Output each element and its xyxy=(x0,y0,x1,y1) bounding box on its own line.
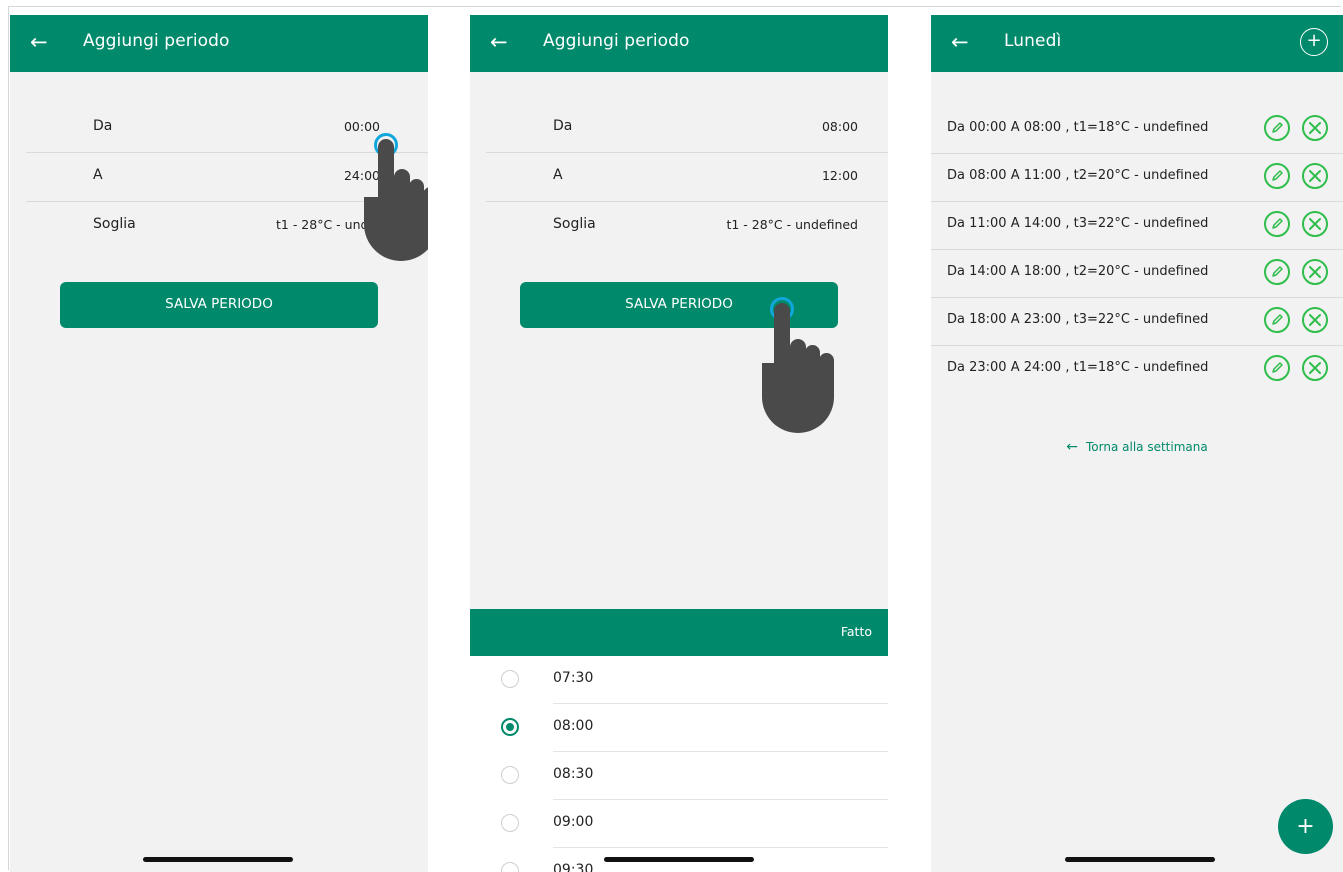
field-row-a[interactable]: A 12:00 xyxy=(486,153,888,202)
arrow-left-icon: ← xyxy=(1066,439,1079,455)
field-label: Da xyxy=(553,118,573,134)
app-bar: ← Aggiungi periodo xyxy=(470,15,888,72)
time-option-label: 08:00 xyxy=(553,718,594,734)
add-period-icon[interactable]: + xyxy=(1300,28,1328,56)
back-to-week-label: Torna alla settimana xyxy=(1086,440,1208,454)
back-arrow-icon[interactable]: ← xyxy=(490,29,508,55)
page-title: Lunedì xyxy=(1004,31,1062,51)
delete-x-icon[interactable] xyxy=(1302,307,1328,333)
period-text: Da 14:00 A 18:00 , t2=20°C - undefined xyxy=(947,264,1209,279)
picker-toolbar: Fatto xyxy=(470,609,888,656)
field-row-da[interactable]: Da 08:00 xyxy=(486,104,888,153)
edit-pencil-icon[interactable] xyxy=(1264,163,1290,189)
screen-add-period-2: ← Aggiungi periodo Da 08:00 A 12:00 Sogl… xyxy=(470,15,888,872)
back-arrow-icon[interactable]: ← xyxy=(951,29,969,55)
edit-pencil-icon[interactable] xyxy=(1264,211,1290,237)
delete-x-icon[interactable] xyxy=(1302,259,1328,285)
radio-unchecked-icon xyxy=(501,670,519,688)
page-title: Aggiungi periodo xyxy=(543,31,690,51)
time-option-label: 09:30 xyxy=(553,862,594,872)
field-label: A xyxy=(93,167,103,183)
home-indicator xyxy=(604,857,754,862)
period-row: Da 11:00 A 14:00 , t3=22°C - undefined xyxy=(931,201,1343,250)
delete-x-icon[interactable] xyxy=(1302,211,1328,237)
time-option-label: 09:00 xyxy=(553,814,594,830)
period-text: Da 00:00 A 08:00 , t1=18°C - undefined xyxy=(947,120,1209,135)
field-value[interactable]: 24:00 xyxy=(344,168,380,183)
add-fab-button[interactable]: + xyxy=(1278,799,1333,854)
back-to-week-link[interactable]: ← Torna alla settimana xyxy=(931,439,1343,455)
save-period-button[interactable]: SALVA PERIODO xyxy=(60,282,378,328)
edit-pencil-icon[interactable] xyxy=(1264,259,1290,285)
app-bar: ← Lunedì + xyxy=(931,15,1343,72)
time-option[interactable]: 08:00 xyxy=(470,704,888,752)
home-indicator xyxy=(143,857,293,862)
field-value[interactable]: 00:00 xyxy=(344,119,380,134)
field-label: Da xyxy=(93,118,113,134)
period-text: Da 08:00 A 11:00 , t2=20°C - undefined xyxy=(947,168,1209,183)
field-label: A xyxy=(553,167,563,183)
edit-pencil-icon[interactable] xyxy=(1264,307,1290,333)
radio-unchecked-icon xyxy=(501,814,519,832)
edit-pencil-icon[interactable] xyxy=(1264,355,1290,381)
time-option[interactable]: 09:00 xyxy=(470,800,888,848)
radio-unchecked-icon xyxy=(501,766,519,784)
time-picker-list: 07:30 08:00 08:30 09:00 09:30 xyxy=(470,656,888,872)
field-row-soglia[interactable]: Soglia t1 - 28°C - undefined xyxy=(486,202,888,250)
radio-checked-icon xyxy=(501,718,519,736)
time-option[interactable]: 07:30 xyxy=(470,656,888,704)
field-label: Soglia xyxy=(553,216,596,232)
field-value[interactable]: 12:00 xyxy=(822,168,858,183)
field-value[interactable]: 08:00 xyxy=(822,119,858,134)
home-indicator xyxy=(1065,857,1215,862)
field-label: Soglia xyxy=(93,216,136,232)
done-button[interactable]: Fatto xyxy=(841,624,872,639)
field-value[interactable]: t1 - 28°C - undefined xyxy=(726,217,858,232)
time-option-label: 07:30 xyxy=(553,670,594,686)
edit-pencil-icon[interactable] xyxy=(1264,115,1290,141)
period-row: Da 08:00 A 11:00 , t2=20°C - undefined xyxy=(931,153,1343,202)
app-bar: ← Aggiungi periodo xyxy=(10,15,428,72)
time-option[interactable]: 08:30 xyxy=(470,752,888,800)
delete-x-icon[interactable] xyxy=(1302,355,1328,381)
period-row: Da 18:00 A 23:00 , t3=22°C - undefined xyxy=(931,297,1343,346)
radio-unchecked-icon xyxy=(501,862,519,872)
screen-add-period-1: ← Aggiungi periodo Da 00:00 A 24:00 Sogl… xyxy=(10,15,428,872)
screen-day-periods: ← Lunedì + Da 00:00 A 08:00 , t1=18°C - … xyxy=(931,15,1343,872)
time-option-label: 08:30 xyxy=(553,766,594,782)
period-row: Da 23:00 A 24:00 , t1=18°C - undefined xyxy=(931,345,1343,393)
delete-x-icon[interactable] xyxy=(1302,163,1328,189)
back-arrow-icon[interactable]: ← xyxy=(30,29,48,55)
page-title: Aggiungi periodo xyxy=(83,31,230,51)
period-row: Da 14:00 A 18:00 , t2=20°C - undefined xyxy=(931,249,1343,298)
period-text: Da 11:00 A 14:00 , t3=22°C - undefined xyxy=(947,216,1209,231)
delete-x-icon[interactable] xyxy=(1302,115,1328,141)
period-text: Da 18:00 A 23:00 , t3=22°C - undefined xyxy=(947,312,1209,327)
period-text: Da 23:00 A 24:00 , t1=18°C - undefined xyxy=(947,360,1209,375)
field-row-da[interactable]: Da 00:00 xyxy=(26,104,428,153)
field-row-a[interactable]: A 24:00 xyxy=(26,153,428,202)
period-row: Da 00:00 A 08:00 , t1=18°C - undefined xyxy=(931,105,1343,154)
